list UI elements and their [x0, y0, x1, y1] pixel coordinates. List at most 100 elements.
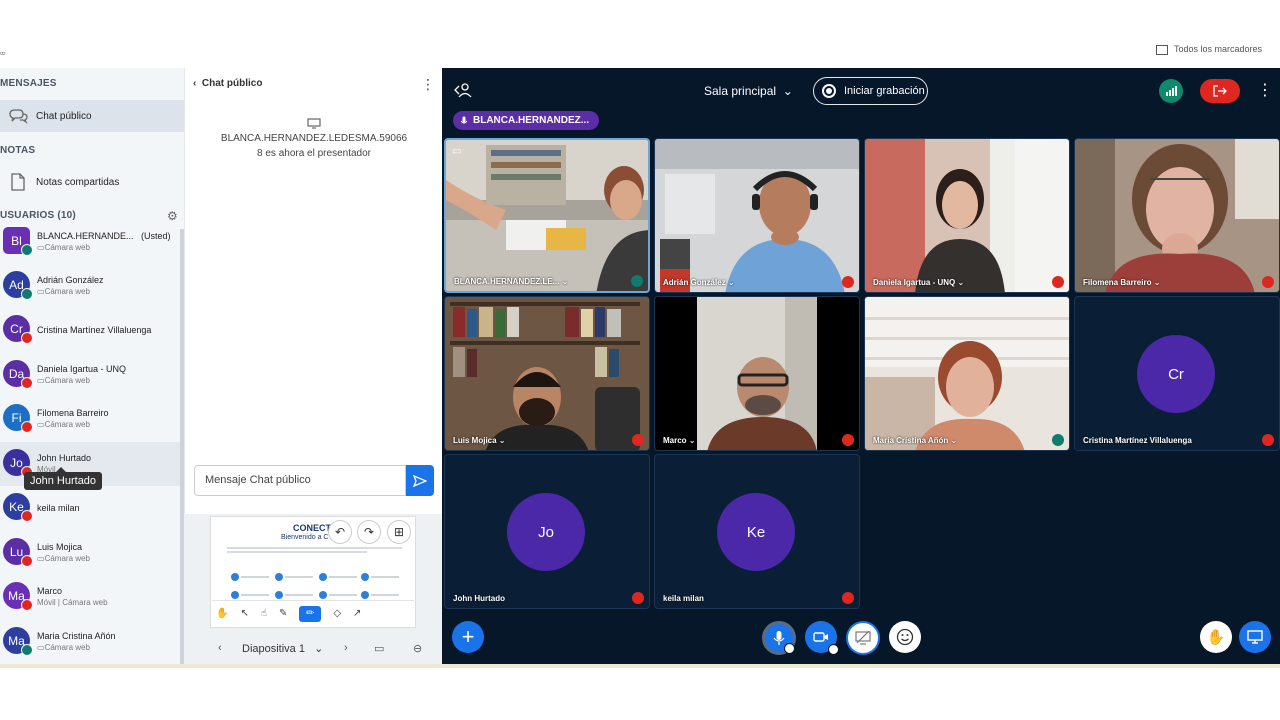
presenter-badge: BLANCA.HERNANDEZ...: [453, 111, 600, 130]
avatar: Bl: [3, 227, 33, 256]
system-message: BLANCA.HERNANDEZ.LEDESMA.59066 8 es ahor…: [185, 118, 443, 161]
sidebar-item-public-chat[interactable]: Chat público: [0, 100, 184, 132]
list-item[interactable]: Ma Marco Móvil | Cámara web: [0, 575, 180, 619]
user-name: Daniela Igartua - UNQ: [37, 364, 127, 374]
zoom-out-icon[interactable]: ⊖: [413, 642, 422, 655]
slide-bullet-icon: [231, 573, 239, 581]
sidebar-item-shared-notes[interactable]: Notas compartidas: [0, 166, 184, 198]
options-menu-icon[interactable]: ⋮: [1257, 80, 1273, 100]
muted-icon: [21, 377, 33, 389]
all-bookmarks[interactable]: Todos los marcadores: [1156, 44, 1262, 55]
pencil-tool-icon[interactable]: ✏: [299, 605, 322, 622]
video-tile[interactable]: Luis Mojica ⌄: [444, 296, 650, 451]
leave-meeting-button[interactable]: [1200, 79, 1240, 103]
slide-text-line: [285, 576, 313, 578]
fit-to-width-icon[interactable]: ▭: [374, 642, 384, 655]
presentation-toggle-button[interactable]: [1239, 621, 1271, 653]
chat-header[interactable]: ‹ Chat público: [193, 78, 262, 89]
video-tile[interactable]: Cr Cristina Martínez Villaluenga: [1074, 296, 1280, 451]
undo-button[interactable]: ↶: [328, 520, 352, 544]
screen-share-button[interactable]: [846, 621, 880, 655]
redo-button[interactable]: ↷: [357, 520, 381, 544]
browser-bar: ▫▫ Todos los marcadores: [0, 0, 1280, 68]
user-name: keila milan: [37, 503, 80, 513]
back-chevron-icon[interactable]: ‹: [193, 78, 196, 89]
send-button[interactable]: [406, 465, 434, 496]
user-name: BLANCA.HERNANDE... (Usted): [37, 231, 171, 241]
divider: [0, 664, 1280, 668]
start-recording-button[interactable]: Iniciar grabación: [813, 77, 928, 105]
muted-icon: [1262, 434, 1274, 446]
hand-icon: ✋: [1206, 629, 1226, 646]
record-icon: [822, 84, 836, 98]
chat-icon: [0, 108, 36, 124]
tile-name: Luis Mojica ⌄: [453, 436, 506, 445]
mic-icon: [1052, 434, 1064, 446]
list-item[interactable]: Cr Cristina Martínez Villaluenga: [0, 308, 180, 352]
muted-icon: [842, 276, 854, 288]
pen-tool-icon[interactable]: ✎: [279, 608, 287, 619]
messages-section-title: MENSAJES: [0, 78, 57, 89]
tile-name: BLANCA.HERNANDEZ.LE... ⌄: [454, 277, 569, 286]
slide-bullet-icon: [319, 573, 327, 581]
user-tooltip: John Hurtado: [24, 467, 103, 490]
arrow-tool-icon[interactable]: ↗: [353, 608, 361, 619]
exit-icon: [1213, 85, 1227, 97]
list-item[interactable]: Lu Luis Mojica ▭Cámara web: [0, 531, 180, 575]
list-item[interactable]: Ad Adrián González ▭Cámara web: [0, 264, 180, 308]
reactions-button[interactable]: [889, 621, 921, 653]
video-tile[interactable]: Filomena Barreiro ⌄: [1074, 138, 1280, 293]
chat-message-input[interactable]: Mensaje Chat público: [194, 465, 406, 496]
app-grid-icon[interactable]: ▫▫: [0, 48, 5, 58]
previous-slide-icon[interactable]: ‹: [218, 642, 222, 654]
slide-selector[interactable]: Diapositiva 1 ⌄: [242, 642, 323, 655]
avatar: Da: [3, 360, 33, 389]
document-icon: [0, 173, 36, 191]
chat-panel: ‹ Chat público ⋮ BLANCA.HERNANDEZ.LEDESM…: [184, 68, 442, 514]
slide-bullet-icon: [319, 591, 327, 599]
list-item[interactable]: Ma Maria Cristina Añón ▭Cámara web: [0, 620, 180, 664]
video-tile[interactable]: Adrián González ⌄: [654, 138, 860, 293]
user-device: Móvil | Cámara web: [37, 598, 108, 607]
avatar: Cr: [1137, 335, 1215, 413]
pan-tool-icon[interactable]: ☝: [261, 608, 267, 619]
user-name: Marco: [37, 586, 63, 596]
next-slide-icon[interactable]: ›: [344, 642, 348, 654]
more-options-icon[interactable]: ⋮: [421, 76, 435, 93]
mic-settings-icon[interactable]: [784, 643, 795, 654]
mic-status-icon: [21, 244, 33, 256]
user-list-toggle-icon[interactable]: [454, 82, 472, 103]
user-device: ▭Cámara web: [37, 643, 90, 652]
actions-button[interactable]: +: [452, 621, 484, 653]
raise-hand-button[interactable]: ✋: [1200, 621, 1232, 653]
room-selector[interactable]: Sala principal ⌄: [704, 84, 793, 98]
users-section-title: USUARIOS (10): [0, 210, 76, 221]
pointer-tool-icon[interactable]: ↖: [240, 608, 248, 619]
connection-status-icon[interactable]: [1159, 79, 1183, 103]
hand-tool-icon[interactable]: ✋: [216, 608, 228, 619]
avatar: Ke: [3, 493, 33, 522]
list-item[interactable]: Fi Filomena Barreiro ▭Cámara web: [0, 397, 180, 441]
list-item[interactable]: Da Daniela Igartua - UNQ ▭Cámara web: [0, 353, 180, 397]
video-tile[interactable]: ▭ BLANCA.HERNANDEZ.LE... ⌄: [444, 138, 650, 293]
camera-button[interactable]: [805, 621, 839, 655]
participant-video: [1075, 139, 1279, 292]
video-tile[interactable]: Ke keila milan: [654, 454, 860, 609]
multi-user-whiteboard-button[interactable]: ⊞: [387, 520, 411, 544]
avatar: Lu: [3, 538, 33, 567]
microphone-button[interactable]: [762, 621, 796, 655]
browser-bottom: [0, 664, 1280, 720]
screen-share-off-icon: [855, 631, 871, 645]
slide-text-line: [329, 576, 357, 578]
camera-settings-icon[interactable]: [828, 644, 839, 655]
video-tile[interactable]: Daniela Igartua - UNQ ⌄: [864, 138, 1070, 293]
video-tile[interactable]: Marco ⌄: [654, 296, 860, 451]
gear-icon[interactable]: ⚙: [167, 210, 179, 222]
eraser-tool-icon[interactable]: ◇: [333, 608, 341, 619]
mic-icon: [631, 275, 643, 287]
system-line-1: BLANCA.HERNANDEZ.LEDESMA.59066: [220, 133, 408, 144]
video-tile[interactable]: Jo John Hurtado: [444, 454, 650, 609]
list-item[interactable]: Bl BLANCA.HERNANDE... (Usted) ▭Cámara we…: [0, 226, 180, 264]
list-item[interactable]: Ke keila milan: [0, 486, 180, 530]
video-tile[interactable]: Maria Cristina Añón ⌄: [864, 296, 1070, 451]
